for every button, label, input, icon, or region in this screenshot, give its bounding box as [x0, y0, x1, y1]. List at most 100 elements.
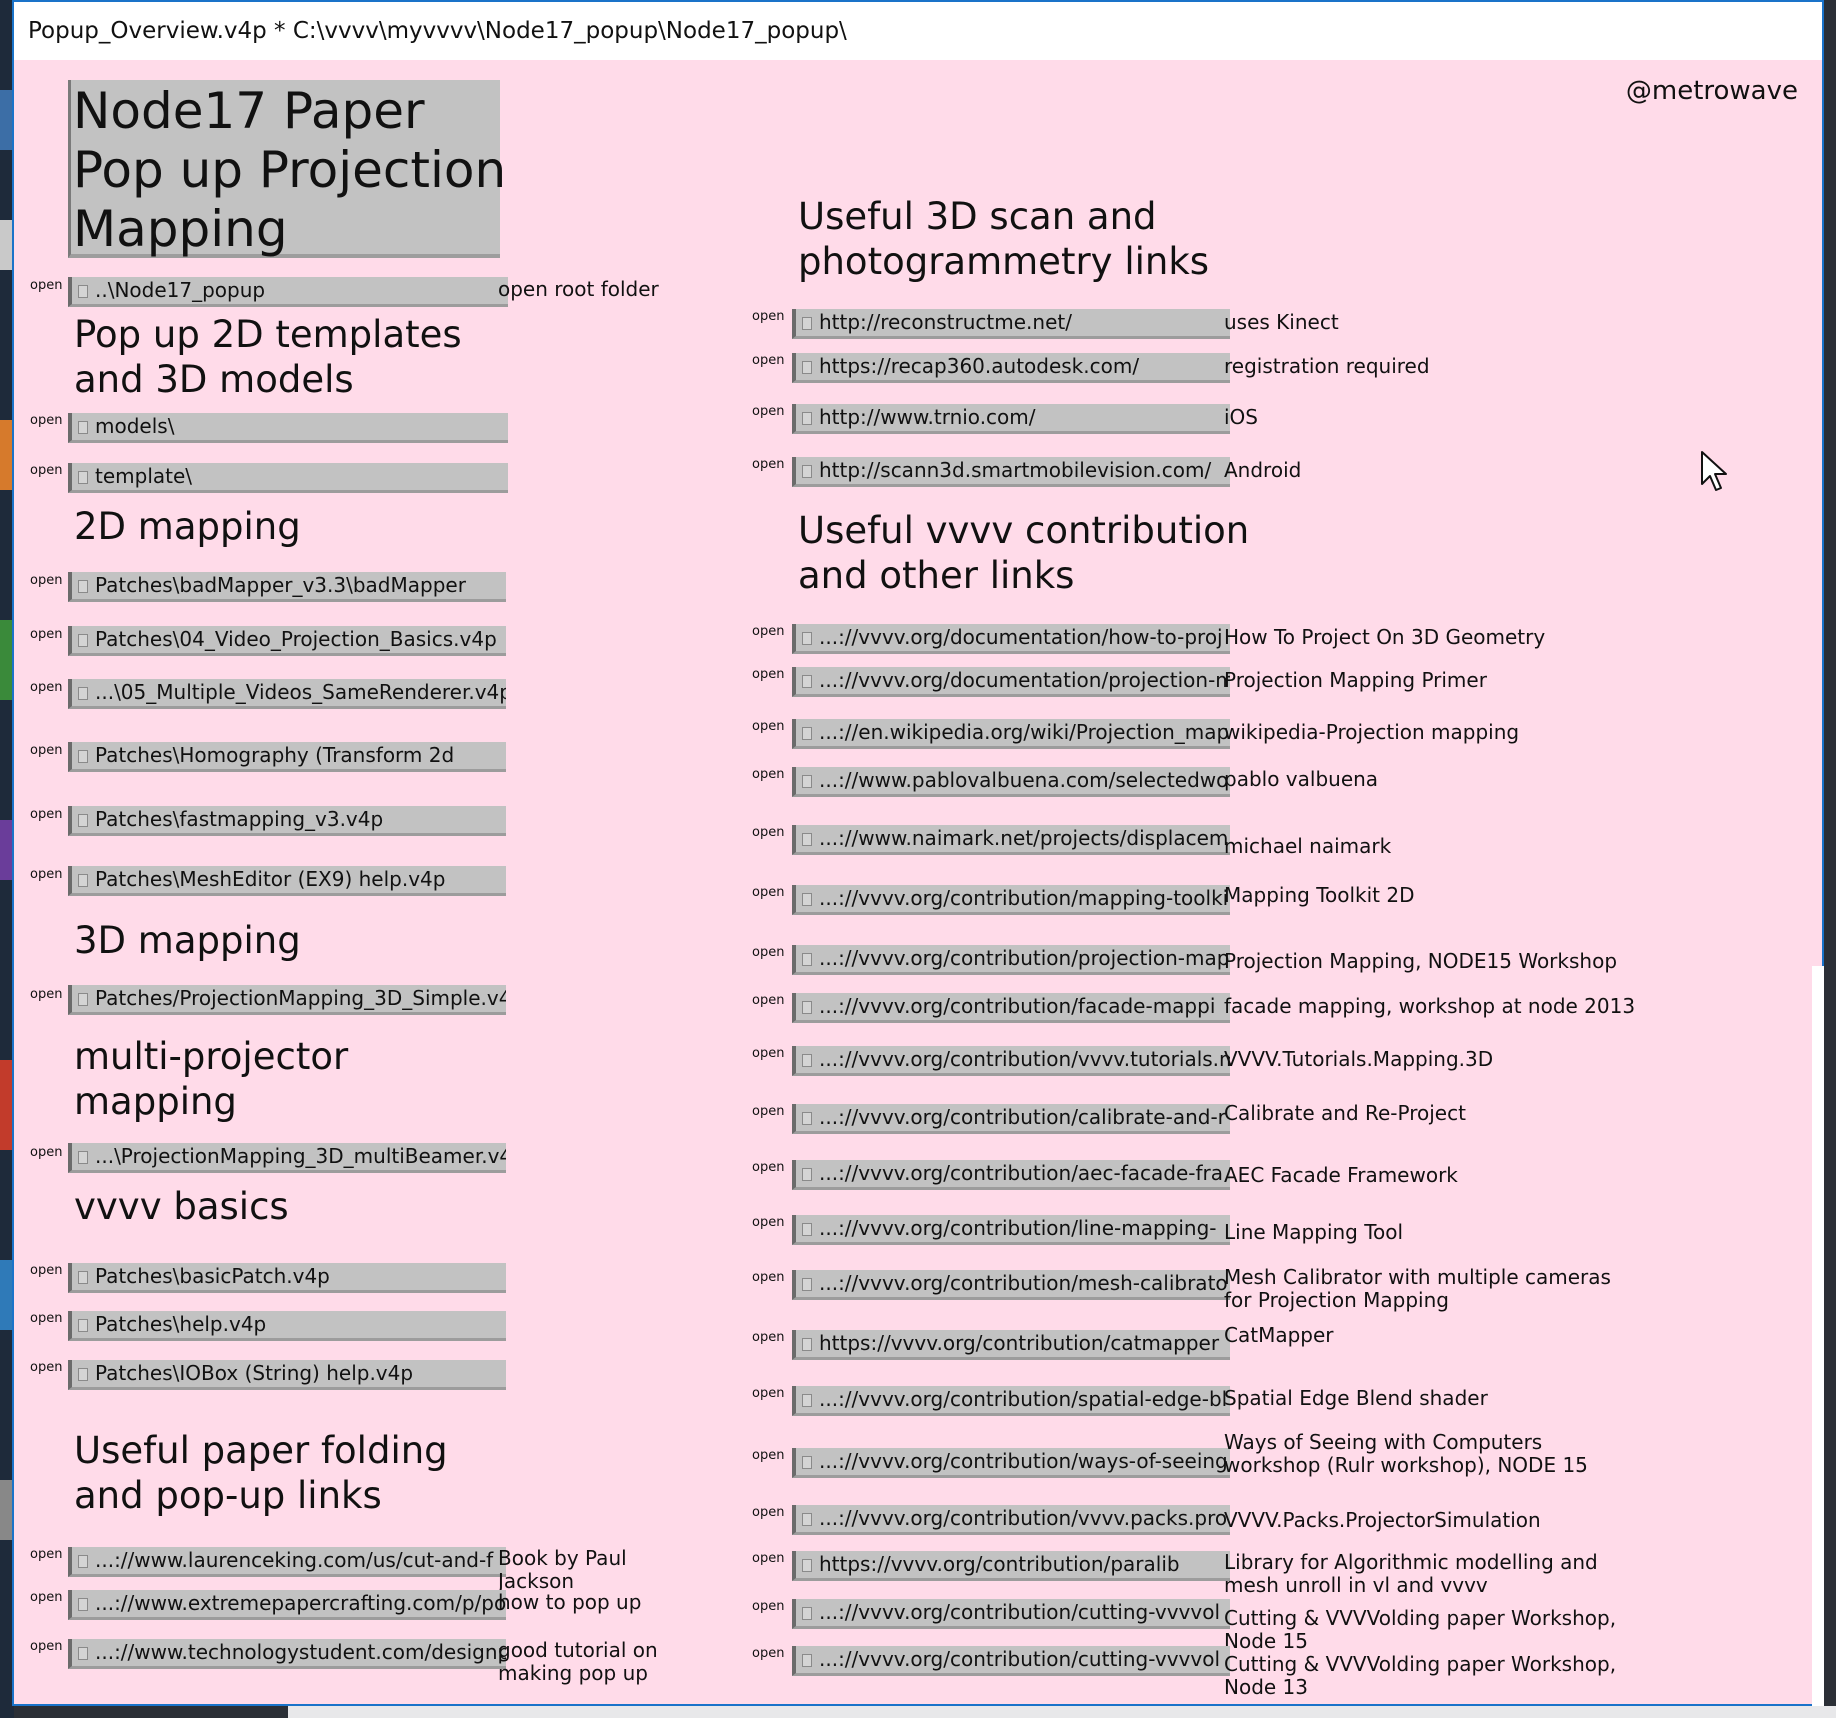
- vvvv-link-19-path-box[interactable]: ...://vvvv.org/contribution/cutting-vvvv…: [792, 1646, 1230, 1676]
- mapping2d-0-path: Patches\badMapper_v3.3\badMapper: [95, 573, 466, 597]
- vvvv-link-2-path: ...://en.wikipedia.org/wiki/Projection_m…: [819, 720, 1230, 744]
- mapping2d-5-path-box[interactable]: Patches\MeshEditor (EX9) help.v4p: [68, 866, 506, 896]
- file-icon: [78, 687, 88, 700]
- file-icon: [802, 1112, 812, 1125]
- mapping3d-0-open-button[interactable]: open: [30, 987, 62, 1002]
- vvvv-link-16-path-box[interactable]: ...://vvvv.org/contribution/vvvv.packs.p…: [792, 1505, 1230, 1535]
- basics-2-path: Patches\IOBox (String) help.v4p: [95, 1361, 414, 1385]
- vvvv-link-0-path-box[interactable]: ...://vvvv.org/documentation/how-to-proj: [792, 624, 1230, 654]
- mapping2d-2-path-box[interactable]: ...\05_Multiple_Videos_SameRenderer.v4p: [68, 679, 506, 709]
- scan-0-open-button[interactable]: open: [752, 309, 784, 324]
- vvvv-link-16-path: ...://vvvv.org/contribution/vvvv.packs.p…: [819, 1506, 1228, 1530]
- vvvv-link-13-path-box[interactable]: https://vvvv.org/contribution/catmapper: [792, 1330, 1230, 1360]
- vvvv-link-2-open-button[interactable]: open: [752, 719, 784, 734]
- mapping2d-1-path-box[interactable]: Patches\04_Video_Projection_Basics.v4p: [68, 626, 506, 656]
- vvvv-link-9-open-button[interactable]: open: [752, 1104, 784, 1119]
- vvvv-link-10-path-box[interactable]: ...://vvvv.org/contribution/aec-facade-f…: [792, 1160, 1230, 1190]
- vvvv-link-4-path-box[interactable]: ...://www.naimark.net/projects/displacem: [792, 825, 1230, 855]
- vvvv-link-11-open-button[interactable]: open: [752, 1215, 784, 1230]
- basics-0-path: Patches\basicPatch.v4p: [95, 1264, 330, 1288]
- multi-0-open-button[interactable]: open: [30, 1145, 62, 1160]
- basics-0-path-box[interactable]: Patches\basicPatch.v4p: [68, 1263, 506, 1293]
- vvvv-link-18-path-box[interactable]: ...://vvvv.org/contribution/cutting-vvvv…: [792, 1599, 1230, 1629]
- file-icon: [78, 1368, 88, 1381]
- vvvv-link-15-path-box[interactable]: ...://vvvv.org/contribution/ways-of-seei…: [792, 1448, 1230, 1478]
- template-1-open-button[interactable]: open: [30, 463, 62, 478]
- vvvv-link-12-open-button[interactable]: open: [752, 1270, 784, 1285]
- root-folder-path-box[interactable]: ..\Node17_popup: [68, 277, 508, 307]
- vvvv-link-10-open-button[interactable]: open: [752, 1160, 784, 1175]
- vvvv-link-12-path-box[interactable]: ...://vvvv.org/contribution/mesh-calibra…: [792, 1270, 1230, 1300]
- paper-2-open-button[interactable]: open: [30, 1639, 62, 1654]
- paper-1-path-box[interactable]: ...://www.extremepapercrafting.com/p/pop: [68, 1590, 506, 1620]
- vvvv-link-5-path-box[interactable]: ...://vvvv.org/contribution/mapping-tool…: [792, 885, 1230, 915]
- vvvv-link-8-open-button[interactable]: open: [752, 1046, 784, 1061]
- vvvv-link-0-open-button[interactable]: open: [752, 624, 784, 639]
- scan-1-open-button[interactable]: open: [752, 353, 784, 368]
- file-icon: [802, 675, 812, 688]
- vvvv-link-19-open-button[interactable]: open: [752, 1646, 784, 1661]
- vvvv-link-3-open-button[interactable]: open: [752, 767, 784, 782]
- basics-1-open-button[interactable]: open: [30, 1311, 62, 1326]
- vvvv-link-16-open-button[interactable]: open: [752, 1505, 784, 1520]
- vvvv-link-2-path-box[interactable]: ...://en.wikipedia.org/wiki/Projection_m…: [792, 719, 1230, 749]
- vvvv-link-14-path-box[interactable]: ...://vvvv.org/contribution/spatial-edge…: [792, 1386, 1230, 1416]
- mapping2d-4-open-button[interactable]: open: [30, 807, 62, 822]
- vvvv-link-7-open-button[interactable]: open: [752, 993, 784, 1008]
- file-icon: [78, 993, 88, 1006]
- vvvv-link-18-open-button[interactable]: open: [752, 1599, 784, 1614]
- mapping2d-0-path-box[interactable]: Patches\badMapper_v3.3\badMapper: [68, 572, 506, 602]
- vvvv-link-5-open-button[interactable]: open: [752, 885, 784, 900]
- file-icon: [78, 814, 88, 827]
- mapping2d-3-path-box[interactable]: Patches\Homography (Transform 2d: [68, 742, 506, 772]
- paper-0-open-button[interactable]: open: [30, 1547, 62, 1562]
- vvvv-link-15-open-button[interactable]: open: [752, 1448, 784, 1463]
- basics-2-open-button[interactable]: open: [30, 1360, 62, 1375]
- scan-0-path-box[interactable]: http://reconstructme.net/: [792, 309, 1230, 339]
- vvvv-link-17-path-box[interactable]: https://vvvv.org/contribution/paralib: [792, 1551, 1230, 1581]
- basics-2-path-box[interactable]: Patches\IOBox (String) help.v4p: [68, 1360, 506, 1390]
- paper-0-path-box[interactable]: ...://www.laurenceking.com/us/cut-and-f: [68, 1547, 506, 1577]
- vvvv-link-6-path-box[interactable]: ...://vvvv.org/contribution/projection-m…: [792, 945, 1230, 975]
- mapping2d-1-open-button[interactable]: open: [30, 627, 62, 642]
- vvvv-link-14-open-button[interactable]: open: [752, 1386, 784, 1401]
- vvvv-link-17-open-button[interactable]: open: [752, 1551, 784, 1566]
- basics-1-path-box[interactable]: Patches\help.v4p: [68, 1311, 506, 1341]
- vvvv-link-7-path-box[interactable]: ...://vvvv.org/contribution/facade-mappi: [792, 993, 1230, 1023]
- scan-3-open-button[interactable]: open: [752, 457, 784, 472]
- vvvv-link-6-open-button[interactable]: open: [752, 945, 784, 960]
- mapping2d-4-path-box[interactable]: Patches\fastmapping_v3.v4p: [68, 806, 506, 836]
- vvvv-link-4-open-button[interactable]: open: [752, 825, 784, 840]
- mapping2d-0-open-button[interactable]: open: [30, 573, 62, 588]
- paper-0-path: ...://www.laurenceking.com/us/cut-and-f: [95, 1548, 494, 1572]
- template-1-path-box[interactable]: template\: [68, 463, 508, 493]
- template-0-open-button[interactable]: open: [30, 413, 62, 428]
- vvvv-link-9-path-box[interactable]: ...://vvvv.org/contribution/calibrate-an…: [792, 1104, 1230, 1134]
- template-0-path-box[interactable]: models\: [68, 413, 508, 443]
- vvvv-link-11-path-box[interactable]: ...://vvvv.org/contribution/line-mapping…: [792, 1215, 1230, 1245]
- multi-0-path-box[interactable]: ...\ProjectionMapping_3D_multiBeamer.v4: [68, 1143, 506, 1173]
- vvvv-link-13-open-button[interactable]: open: [752, 1330, 784, 1345]
- scan-2-open-button[interactable]: open: [752, 404, 784, 419]
- mapping2d-5-open-button[interactable]: open: [30, 867, 62, 882]
- mapping2d-2-open-button[interactable]: open: [30, 680, 62, 695]
- scan-2-path-box[interactable]: http://www.trnio.com/: [792, 404, 1230, 434]
- paper-1-open-button[interactable]: open: [30, 1590, 62, 1605]
- root-folder-open-button[interactable]: open: [30, 278, 62, 293]
- mapping2d-3-open-button[interactable]: open: [30, 743, 62, 758]
- vvvv-link-0-path: ...://vvvv.org/documentation/how-to-proj: [819, 625, 1223, 649]
- scan-3-path-box[interactable]: http://scann3d.smartmobilevision.com/: [792, 457, 1230, 487]
- file-icon: [802, 1054, 812, 1067]
- vvvv-link-1-path-box[interactable]: ...://vvvv.org/documentation/projection-…: [792, 667, 1230, 697]
- scan-1-path-box[interactable]: https://recap360.autodesk.com/: [792, 353, 1230, 383]
- file-icon: [802, 465, 812, 478]
- vvvv-link-2-label: wikipedia-Projection mapping: [1224, 720, 1520, 744]
- vvvv-link-8-path-box[interactable]: ...://vvvv.org/contribution/vvvv.tutoria…: [792, 1046, 1230, 1076]
- basics-0-open-button[interactable]: open: [30, 1263, 62, 1278]
- heading-vvvv-basics: vvvv basics: [74, 1185, 289, 1228]
- vvvv-link-3-path-box[interactable]: ...://www.pablovalbuena.com/selectedwork: [792, 767, 1230, 797]
- file-icon: [802, 775, 812, 788]
- vvvv-link-1-open-button[interactable]: open: [752, 667, 784, 682]
- paper-2-path-box[interactable]: ...://www.technologystudent.com/designpr: [68, 1639, 506, 1669]
- mapping3d-0-path-box[interactable]: Patches/ProjectionMapping_3D_Simple.v4: [68, 985, 506, 1015]
